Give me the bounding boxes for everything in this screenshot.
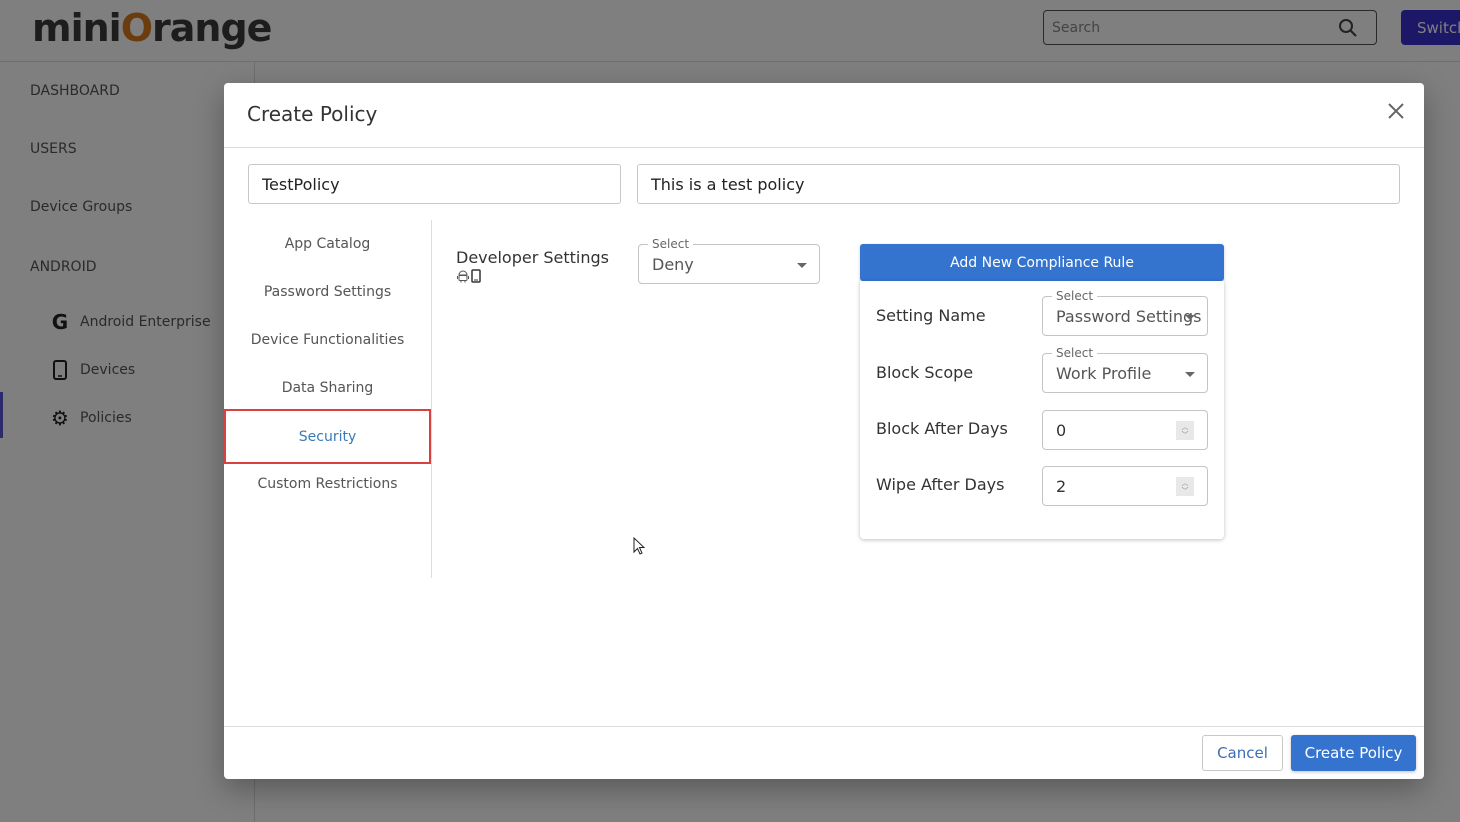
close-icon[interactable] <box>1386 101 1406 121</box>
policy-tabs: App Catalog Password Settings Device Fun… <box>224 220 432 578</box>
block-scope-select[interactable]: Select Work Profile <box>1042 346 1208 393</box>
tab-device-functionalities[interactable]: Device Functionalities <box>224 316 431 364</box>
tab-password-settings[interactable]: Password Settings <box>224 268 431 316</box>
dropdown-caret-icon <box>797 263 807 268</box>
dropdown-caret-icon <box>1185 315 1195 320</box>
mouse-cursor-icon <box>633 537 646 555</box>
wipe-after-days-label: Wipe After Days <box>876 475 1005 494</box>
modal-footer: Cancel Create Policy <box>224 726 1424 779</box>
setting-name-select[interactable]: Select Password Settings <box>1042 289 1208 336</box>
wipe-after-days-field: ︿﹀ <box>1042 466 1208 506</box>
spin-down-icon[interactable]: ﹀ <box>1182 487 1189 495</box>
platform-icons <box>457 269 481 283</box>
select-value: Deny <box>652 255 694 274</box>
dialog-title: Create Policy <box>247 102 378 126</box>
spin-down-icon[interactable]: ﹀ <box>1182 431 1189 439</box>
create-policy-button[interactable]: Create Policy <box>1291 735 1416 771</box>
setting-name-label: Setting Name <box>876 306 986 325</box>
wipe-after-days-input[interactable] <box>1043 467 1163 505</box>
add-compliance-rule-button[interactable]: Add New Compliance Rule <box>860 244 1224 281</box>
select-legend: Select <box>648 237 694 251</box>
tab-security[interactable]: Security <box>224 409 431 464</box>
select-legend: Select <box>1052 289 1098 303</box>
android-icon <box>457 270 469 283</box>
spin-up-icon[interactable]: ︿ <box>1182 423 1189 431</box>
dropdown-caret-icon <box>1185 372 1195 377</box>
developer-settings-select[interactable]: Select Deny <box>638 237 820 284</box>
phone-icon <box>471 269 481 283</box>
select-legend: Select <box>1052 346 1098 360</box>
block-after-days-input[interactable] <box>1043 411 1163 449</box>
developer-settings-label: Developer Settings <box>456 248 609 267</box>
tab-custom-restrictions[interactable]: Custom Restrictions <box>224 460 431 508</box>
tab-app-catalog[interactable]: App Catalog <box>224 220 431 268</box>
select-value: Password Settings <box>1056 307 1202 326</box>
tab-data-sharing[interactable]: Data Sharing <box>224 364 431 412</box>
policy-name-input[interactable] <box>248 164 621 204</box>
number-spinner[interactable]: ︿ ﹀ <box>1176 477 1194 496</box>
compliance-rule-card: Setting Name Select Password Settings Bl… <box>860 281 1224 539</box>
modal-header: Create Policy <box>224 83 1424 148</box>
block-scope-label: Block Scope <box>876 363 974 382</box>
policy-description-input[interactable] <box>637 164 1400 204</box>
select-value: Work Profile <box>1056 364 1152 383</box>
cancel-button[interactable]: Cancel <box>1202 735 1283 771</box>
block-after-days-field: ︿﹀ <box>1042 410 1208 450</box>
create-policy-dialog: Create Policy App Catalog Password Setti… <box>224 83 1424 779</box>
spin-up-icon[interactable]: ︿ <box>1182 479 1189 487</box>
block-after-days-label: Block After Days <box>876 419 1008 438</box>
number-spinner[interactable]: ︿ ﹀ <box>1176 421 1194 440</box>
